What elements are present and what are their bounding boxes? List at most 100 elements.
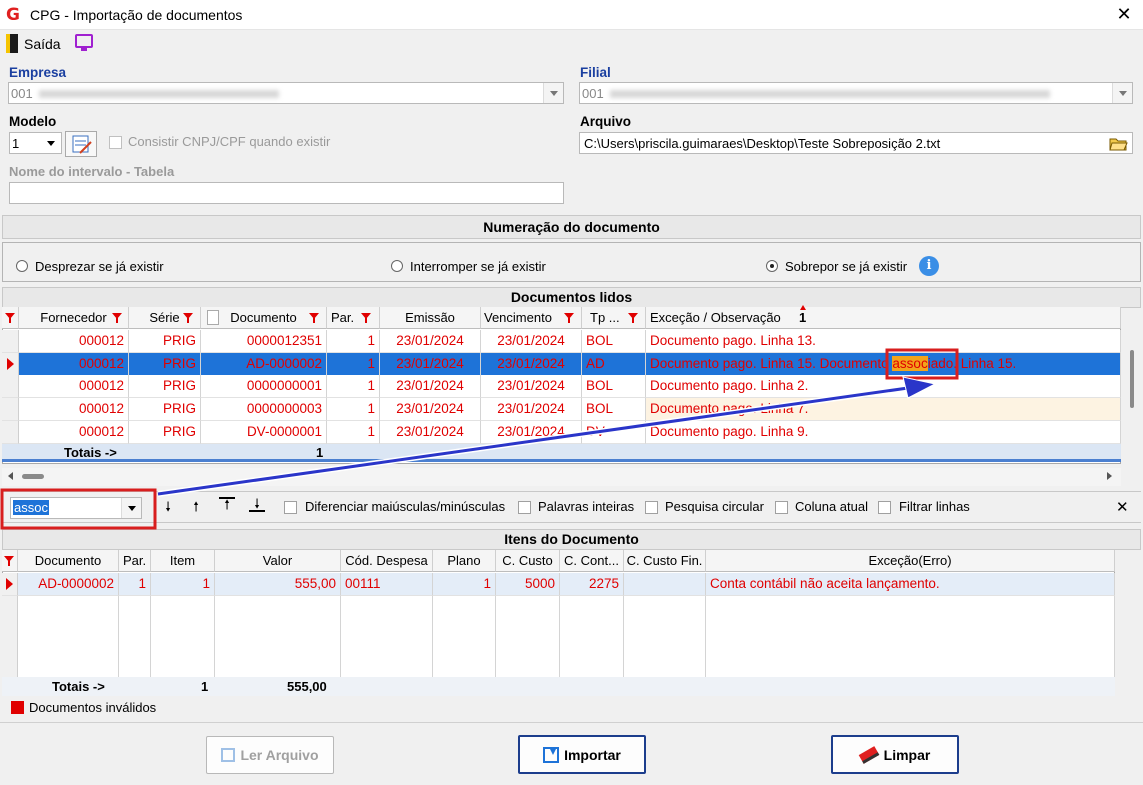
cell-documento[interactable]: 0000000001 xyxy=(201,375,327,399)
filter-icon[interactable] xyxy=(183,313,193,323)
cell-serie[interactable]: PRIG xyxy=(129,375,201,399)
close-button[interactable]: ✕ xyxy=(1114,4,1134,25)
filter-icon[interactable] xyxy=(628,313,638,323)
items-col-cod-despesa[interactable]: Cód. Despesa xyxy=(341,550,433,572)
item-cell-c-custo-fin[interactable] xyxy=(624,573,706,596)
item-row-indicator[interactable] xyxy=(2,573,18,596)
filter-icon[interactable] xyxy=(361,313,371,323)
item-cell-par[interactable]: 1 xyxy=(119,573,151,596)
col-documento[interactable]: Documento xyxy=(201,307,327,329)
cell-serie[interactable]: PRIG xyxy=(129,420,201,444)
filter-icon[interactable] xyxy=(112,313,122,323)
items-col-c-custo-fin[interactable]: C. Custo Fin. xyxy=(624,550,706,572)
radio-interromper[interactable] xyxy=(391,260,403,272)
items-col-valor[interactable]: Valor xyxy=(215,550,341,572)
items-col-excecao[interactable]: Exceção(Erro) xyxy=(706,550,1115,572)
cell-par[interactable]: 1 xyxy=(327,352,380,376)
exit-button-label[interactable]: Saída xyxy=(24,36,61,52)
cell-emissao[interactable]: 23/01/2024 xyxy=(380,352,481,376)
items-col-plano[interactable]: Plano xyxy=(433,550,496,572)
item-cell-item[interactable]: 1 xyxy=(151,573,215,596)
cell-excecao[interactable]: Documento pago. Linha 15. Documento asso… xyxy=(646,352,1121,376)
cell-vencimento[interactable]: 23/01/2024 xyxy=(481,398,582,422)
item-cell-plano[interactable]: 1 xyxy=(433,573,496,596)
intervalo-input[interactable] xyxy=(9,182,564,204)
cell-vencimento[interactable]: 23/01/2024 xyxy=(481,330,582,353)
cell-emissao[interactable]: 23/01/2024 xyxy=(380,330,481,353)
radio-sobrepor[interactable] xyxy=(766,260,778,272)
cell-excecao[interactable]: Documento pago. Linha 2. xyxy=(646,375,1121,399)
cell-tipo[interactable]: BOL xyxy=(582,330,646,353)
cell-documento[interactable]: 0000012351 xyxy=(201,330,327,353)
cell-fornecedor[interactable]: 000012 xyxy=(19,352,129,376)
current-column-label[interactable]: Coluna atual xyxy=(795,499,868,514)
cell-excecao[interactable]: Documento pago. Linha 7. xyxy=(646,398,1121,422)
first-up-icon[interactable]: 🠕 xyxy=(219,497,235,511)
cell-par[interactable]: 1 xyxy=(327,330,380,353)
col-fornecedor[interactable]: Fornecedor xyxy=(19,307,129,329)
cell-fornecedor[interactable]: 000012 xyxy=(19,375,129,399)
chevron-down-icon[interactable] xyxy=(543,83,563,103)
row-indicator[interactable] xyxy=(2,420,19,444)
limpar-button[interactable]: Limpar xyxy=(831,735,959,774)
arquivo-input[interactable]: C:\Users\priscila.guimaraes\Desktop\Test… xyxy=(579,132,1133,154)
info-icon[interactable]: i xyxy=(919,256,939,276)
case-label[interactable]: Diferenciar maiúsculas/minúsculas xyxy=(305,499,505,514)
empresa-combo[interactable]: 001 xyxy=(8,82,564,104)
item-cell-c-custo[interactable]: 5000 xyxy=(496,573,560,596)
search-input[interactable]: assoc xyxy=(13,500,49,515)
item-cell-excecao[interactable]: Conta contábil não aceita lançamento. xyxy=(706,573,1115,596)
cell-fornecedor[interactable]: 000012 xyxy=(19,420,129,444)
cell-tipo[interactable]: DV xyxy=(582,420,646,444)
scroll-thumb[interactable] xyxy=(22,474,44,479)
chevron-down-icon[interactable] xyxy=(121,498,141,518)
cell-fornecedor[interactable]: 000012 xyxy=(19,398,129,422)
circular-checkbox[interactable] xyxy=(645,501,658,514)
filter-icon[interactable] xyxy=(564,313,574,323)
next-down-icon[interactable]: 🠗 xyxy=(160,498,176,520)
search-combo[interactable]: assoc xyxy=(10,497,142,519)
close-search-icon[interactable]: ✕ xyxy=(1116,498,1129,516)
col-excecao[interactable]: Exceção / Observação 1 xyxy=(646,305,1121,329)
cell-tipo[interactable]: BOL xyxy=(582,398,646,422)
radio-desprezar[interactable] xyxy=(16,260,28,272)
cell-vencimento[interactable]: 23/01/2024 xyxy=(481,375,582,399)
cell-documento[interactable]: 0000000003 xyxy=(201,398,327,422)
cell-excecao[interactable]: Documento pago. Linha 9. xyxy=(646,420,1121,444)
radio-sobrepor-label[interactable]: Sobrepor se já existir xyxy=(785,259,907,274)
consistir-checkbox[interactable] xyxy=(109,136,122,149)
items-col-c-custo[interactable]: C. Custo xyxy=(496,550,560,572)
cell-par[interactable]: 1 xyxy=(327,420,380,444)
items-col-item[interactable]: Item xyxy=(151,550,215,572)
screen-icon[interactable] xyxy=(75,34,93,48)
cell-tipo[interactable]: BOL xyxy=(582,375,646,399)
scroll-right-icon[interactable] xyxy=(1107,472,1112,480)
cell-documento[interactable]: DV-0000001 xyxy=(201,420,327,444)
cell-vencimento[interactable]: 23/01/2024 xyxy=(481,420,582,444)
cell-serie[interactable]: PRIG xyxy=(129,398,201,422)
cell-tipo[interactable]: AD xyxy=(582,352,646,376)
cell-serie[interactable]: PRIG xyxy=(129,330,201,353)
items-col-par[interactable]: Par. xyxy=(119,550,151,572)
row-indicator[interactable] xyxy=(2,352,19,376)
cell-par[interactable]: 1 xyxy=(327,398,380,422)
col-tipo[interactable]: Tp ... xyxy=(582,307,646,329)
open-folder-icon[interactable] xyxy=(1108,134,1128,152)
col-serie[interactable]: Série xyxy=(129,307,201,329)
prev-up-icon[interactable]: 🠕 xyxy=(188,498,204,520)
exit-door-icon[interactable] xyxy=(6,34,18,53)
items-col-documento[interactable]: Documento xyxy=(18,550,119,572)
filter-lines-label[interactable]: Filtrar linhas xyxy=(899,499,970,514)
item-cell-documento[interactable]: AD-0000002 xyxy=(18,573,119,596)
item-cell-c-contabil[interactable]: 2275 xyxy=(560,573,624,596)
col-par[interactable]: Par. xyxy=(327,307,380,329)
cell-vencimento[interactable]: 23/01/2024 xyxy=(481,352,582,376)
whole-words-checkbox[interactable] xyxy=(518,501,531,514)
row-indicator[interactable] xyxy=(2,375,19,399)
radio-interromper-label[interactable]: Interromper se já existir xyxy=(410,259,546,274)
cell-serie[interactable]: PRIG xyxy=(129,352,201,376)
col-emissao[interactable]: Emissão xyxy=(380,307,481,329)
cell-emissao[interactable]: 23/01/2024 xyxy=(380,420,481,444)
importar-button[interactable]: Importar xyxy=(518,735,646,774)
edit-model-button[interactable] xyxy=(65,131,97,157)
